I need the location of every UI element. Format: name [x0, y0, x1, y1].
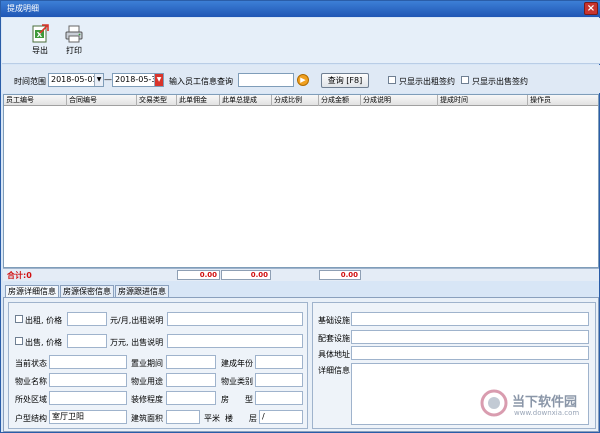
tab-property-confidential[interactable]: 房源保密信息 — [60, 285, 114, 297]
date-to-picker[interactable]: 2018-05-31 ▼ — [112, 73, 164, 87]
build-year-input[interactable] — [255, 355, 303, 369]
floor-input[interactable]: / — [259, 410, 303, 424]
toolbar: X 导出 打印 — [2, 18, 600, 64]
property-type-input[interactable] — [255, 373, 303, 387]
watermark-url: www.downxia.com — [514, 409, 580, 417]
export-button[interactable]: X 导出 — [24, 22, 56, 64]
total-commission: 0.00 — [177, 270, 220, 280]
only-sale-label: 只显示出售签约 — [472, 77, 528, 86]
close-button[interactable]: × — [584, 2, 598, 15]
facilities-input[interactable] — [351, 312, 589, 326]
build-year-label: 建成年份 — [221, 359, 253, 368]
tab-property-detail[interactable]: 房源详细信息 — [5, 285, 59, 297]
go-icon[interactable]: ▶ — [297, 74, 309, 86]
floor-label: 楼 层 — [225, 414, 257, 423]
watermark: 当下软件园 www.downxia.com — [480, 387, 590, 421]
property-use-label: 物业用途 — [131, 377, 163, 386]
filter-bar: 时间范围 2018-05-01 ▼ — 2018-05-31 ▼ 输入员工信息查… — [2, 65, 600, 93]
print-button[interactable]: 打印 — [58, 22, 90, 64]
facilities-label: 基础设施 — [318, 316, 350, 325]
status-input[interactable] — [49, 355, 127, 369]
district-input[interactable] — [49, 391, 127, 405]
column-header[interactable]: 员工编号 — [4, 95, 67, 106]
grid-header: 员工编号 合同编号 交易类型 此单佣金 此单总提成 分成比例 分成金额 分成说明… — [4, 95, 598, 106]
rent-note-input[interactable] — [167, 312, 303, 326]
ownership-label: 置业期间 — [131, 359, 163, 368]
detail-tabs: 房源详细信息 房源保密信息 房源跟进信息 — [3, 285, 599, 297]
export-icon: X — [32, 24, 49, 43]
only-rent-checkbox[interactable] — [388, 76, 396, 84]
date-from-picker[interactable]: 2018-05-01 ▼ — [48, 73, 104, 87]
totals-bar: 合计:0 0.00 0.00 0.00 — [3, 268, 599, 281]
column-header[interactable]: 合同编号 — [67, 95, 137, 106]
time-range-label: 时间范围 — [14, 77, 46, 86]
room-type-label: 房 型 — [221, 395, 253, 404]
rent-unit-label: 元/月,出租说明 — [110, 316, 164, 325]
detail-info-label: 详细信息 — [318, 366, 350, 375]
chevron-down-icon[interactable]: ▼ — [154, 74, 163, 86]
date-separator: — — [104, 75, 112, 84]
employee-search-label: 输入员工信息查询 — [169, 77, 233, 86]
employee-search-input[interactable] — [238, 73, 294, 87]
sale-price-label: 出售, 价格 — [25, 338, 63, 347]
app-window: 提成明细 × X 导出 打印 时间范围 2018-05-01 ▼ — 2018-… — [0, 0, 600, 433]
supporting-input[interactable] — [351, 330, 589, 344]
property-detail-panel: 出租, 价格 元/月,出租说明 出售, 价格 万元, 出售说明 当前状态 置业期… — [3, 297, 599, 432]
only-rent-label: 只显示出租签约 — [399, 77, 455, 86]
address-label: 具体地址 — [318, 350, 350, 359]
district-label: 所处区域 — [15, 395, 47, 404]
only-sale-checkbox[interactable] — [461, 76, 469, 84]
rent-price-label: 出租, 价格 — [25, 316, 63, 325]
area-label: 建筑面积 — [131, 414, 163, 423]
column-header[interactable]: 此单总提成 — [220, 95, 272, 106]
ownership-input[interactable] — [166, 355, 216, 369]
column-header[interactable]: 分成比例 — [272, 95, 319, 106]
layout-label: 户型结构 — [15, 414, 47, 423]
column-header[interactable]: 分成金额 — [319, 95, 361, 106]
property-name-label: 物业名称 — [15, 377, 47, 386]
tab-property-followup[interactable]: 房源跟进信息 — [115, 285, 169, 297]
left-detail-group: 出租, 价格 元/月,出租说明 出售, 价格 万元, 出售说明 当前状态 置业期… — [8, 302, 308, 429]
address-input[interactable] — [351, 346, 589, 360]
rent-price-input[interactable] — [67, 312, 107, 326]
area-input[interactable] — [166, 410, 200, 424]
layout-input[interactable]: 室厅卫阳 — [49, 410, 127, 424]
commission-grid[interactable]: 员工编号 合同编号 交易类型 此单佣金 此单总提成 分成比例 分成金额 分成说明… — [3, 94, 599, 268]
brand-logo-icon — [480, 389, 508, 417]
property-name-input[interactable] — [49, 373, 127, 387]
sale-note-input[interactable] — [167, 334, 303, 348]
status-label: 当前状态 — [15, 359, 47, 368]
date-from-value: 2018-05-01 — [51, 75, 98, 84]
rent-checkbox[interactable] — [15, 315, 23, 323]
column-header[interactable]: 此单佣金 — [177, 95, 220, 106]
column-header[interactable]: 交易类型 — [137, 95, 177, 106]
column-header[interactable]: 分成说明 — [361, 95, 438, 106]
property-type-label: 物业类别 — [221, 377, 253, 386]
decoration-input[interactable] — [166, 391, 216, 405]
room-type-input[interactable] — [255, 391, 303, 405]
column-header[interactable]: 提成时间 — [438, 95, 528, 106]
export-label: 导出 — [32, 46, 48, 55]
total-share-amount: 0.00 — [319, 270, 361, 280]
column-header[interactable]: 操作员 — [528, 95, 598, 106]
sale-checkbox[interactable] — [15, 337, 23, 345]
watermark-brand: 当下软件园 — [512, 395, 578, 410]
print-label: 打印 — [66, 46, 82, 55]
decoration-label: 装修程度 — [131, 395, 163, 404]
sale-unit-label: 万元, 出售说明 — [110, 338, 164, 347]
printer-icon — [65, 25, 83, 43]
query-button[interactable]: 查询 [F8] — [321, 73, 369, 88]
sale-price-input[interactable] — [67, 334, 107, 348]
area-unit-label: 平米 — [204, 414, 220, 423]
title-bar[interactable]: 提成明细 × — [1, 1, 600, 17]
window-title: 提成明细 — [7, 4, 39, 13]
chevron-down-icon[interactable]: ▼ — [94, 74, 103, 86]
total-commission-share: 0.00 — [221, 270, 271, 280]
supporting-label: 配套设施 — [318, 334, 350, 343]
property-use-input[interactable] — [166, 373, 216, 387]
